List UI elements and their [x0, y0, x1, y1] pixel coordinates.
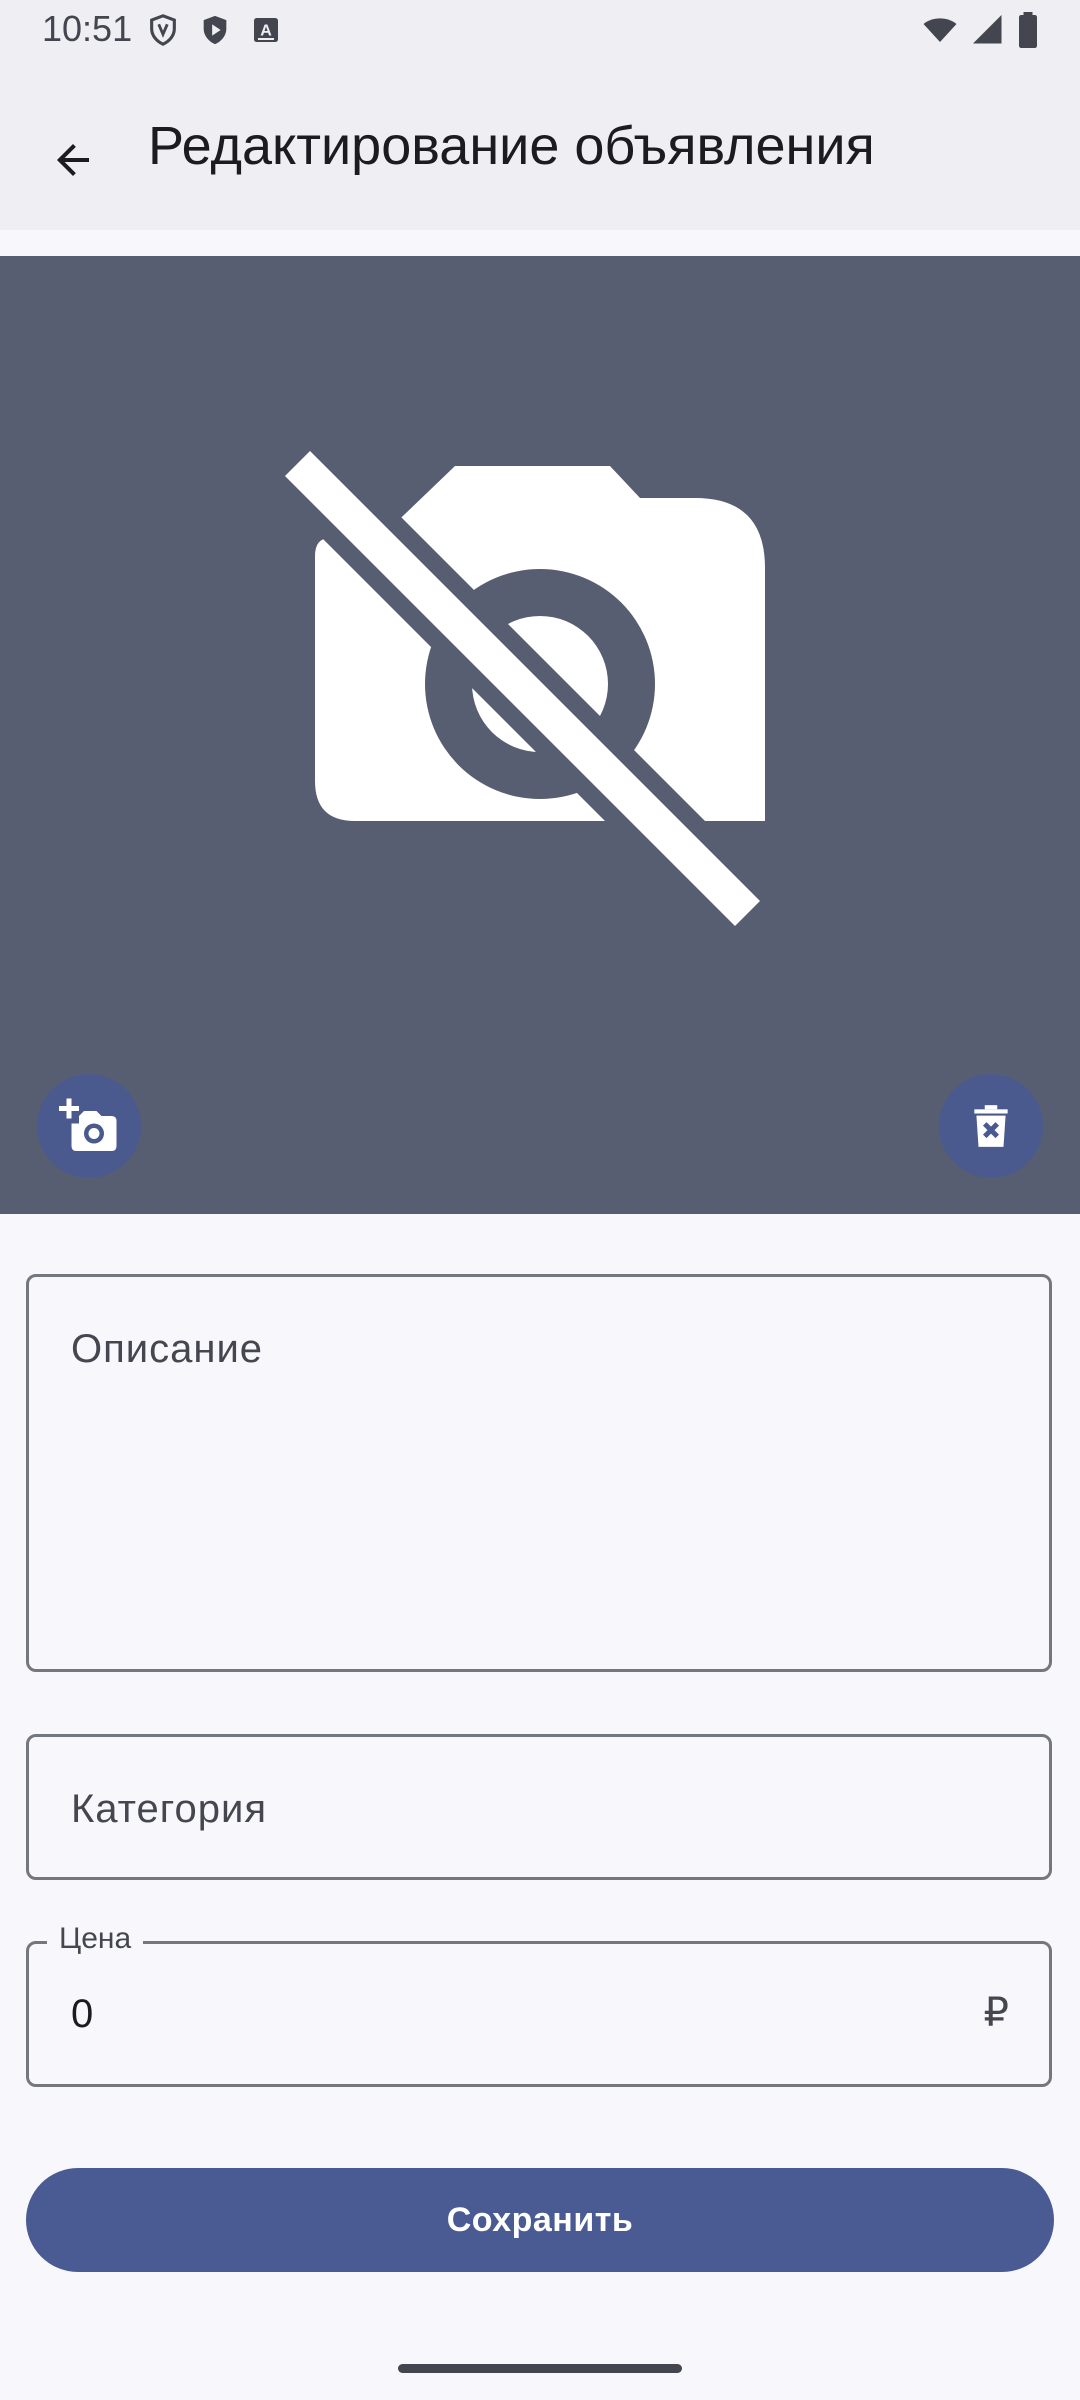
back-button[interactable]: [28, 115, 118, 205]
status-icons-left: A: [146, 12, 282, 48]
category-field[interactable]: Категория: [26, 1734, 1052, 1880]
category-label: Категория: [71, 1787, 267, 1831]
wifi-icon: [923, 18, 957, 42]
ruble-currency-suffix: ₽: [983, 1991, 1009, 2035]
delete-forever-icon: [974, 1105, 1008, 1147]
top-app-bar: Редактирование объявления: [0, 60, 1080, 230]
add-photo-button[interactable]: [37, 1074, 141, 1178]
description-label: Описание: [71, 1327, 264, 1371]
vpn-shield-icon: [150, 14, 176, 46]
add-a-photo-icon: [59, 1098, 117, 1151]
status-icons-right: [920, 12, 1040, 48]
page-title: Редактирование объявления: [148, 116, 875, 176]
svg-text:A: A: [260, 22, 272, 39]
status-bar: 10:51 A: [0, 0, 1080, 60]
home-gesture-bar[interactable]: [398, 2364, 682, 2373]
save-button[interactable]: Сохранить: [26, 2168, 1054, 2272]
price-value: 0: [71, 1992, 94, 2036]
signal-icon: [973, 15, 1002, 44]
photo-preview: [0, 256, 1080, 1214]
keyboard-a-icon: A: [254, 18, 278, 42]
status-time: 10:51: [42, 8, 133, 49]
battery-icon: [1019, 12, 1037, 48]
arrow-back-icon: [57, 144, 89, 176]
delete-photo-button[interactable]: [939, 1074, 1043, 1178]
price-field[interactable]: Цена 0 ₽: [26, 1922, 1052, 2087]
description-field[interactable]: Описание: [26, 1274, 1052, 1672]
price-label: Цена: [47, 1922, 144, 1956]
no-photography-icon: [280, 446, 780, 946]
play-protect-icon: [203, 15, 227, 45]
